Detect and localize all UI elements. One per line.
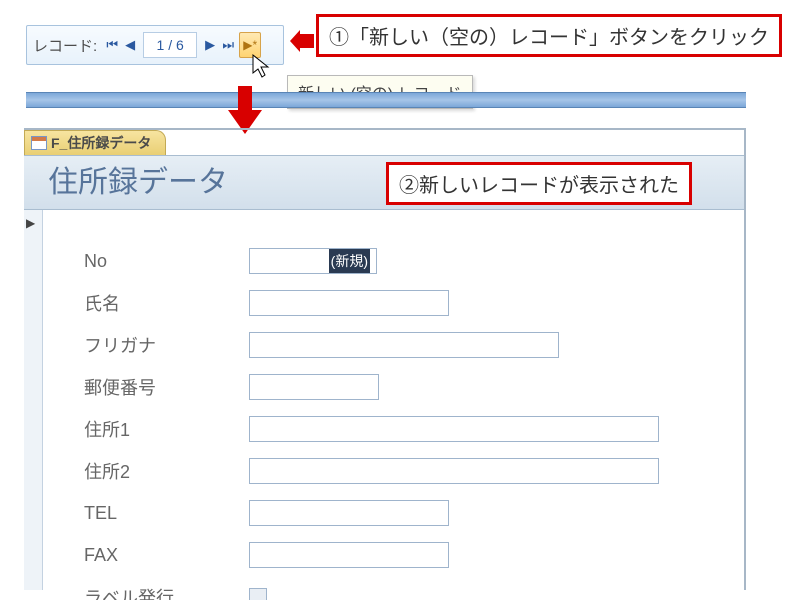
no-input[interactable]: (新規) — [249, 248, 377, 274]
field-list: No (新規) 氏名 フリガナ 郵便番号 — [84, 240, 714, 600]
field-row-labelout: ラベル発行 — [84, 576, 714, 600]
record-selector[interactable]: ▶ — [24, 210, 43, 590]
field-row-name: 氏名 — [84, 282, 714, 324]
field-label-tel: TEL — [84, 503, 249, 524]
tel-input[interactable] — [249, 500, 449, 526]
field-label-labelout: ラベル発行 — [84, 584, 249, 600]
callout-1-text: ①「新しい（空の）レコード」ボタンをクリック — [329, 27, 769, 49]
form-tab-icon — [31, 136, 47, 150]
form-header-title: 住所録データ — [48, 166, 228, 199]
zip-input[interactable] — [249, 374, 379, 400]
addr2-input[interactable] — [249, 458, 659, 484]
fax-input[interactable] — [249, 542, 449, 568]
no-value: (新規) — [329, 249, 370, 273]
kana-input[interactable] — [249, 332, 559, 358]
record-selector-icon: ▶ — [26, 216, 35, 230]
mouse-cursor-icon — [253, 55, 273, 81]
nav-next-button[interactable]: ▶ — [201, 32, 219, 58]
field-row-zip: 郵便番号 — [84, 366, 714, 408]
field-label-name: 氏名 — [84, 290, 249, 316]
name-input[interactable] — [249, 290, 449, 316]
field-row-tel: TEL — [84, 492, 714, 534]
field-label-fax: FAX — [84, 545, 249, 566]
callout-arrow-2-icon — [228, 86, 262, 134]
new-record-icon: ▶* — [243, 38, 257, 52]
labelout-checkbox[interactable] — [249, 588, 267, 600]
field-label-addr2: 住所2 — [84, 458, 249, 484]
callout-1: ①「新しい（空の）レコード」ボタンをクリック — [316, 14, 782, 57]
field-label-addr1: 住所1 — [84, 416, 249, 442]
nav-last-button[interactable]: ⏭ — [219, 32, 237, 58]
record-nav-bar: レコード: ⏮ ◀ 1 / 6 ▶ ⏭ ▶* — [26, 25, 284, 65]
field-row-kana: フリガナ — [84, 324, 714, 366]
form-tab-title: F_住所録データ — [51, 135, 151, 151]
field-row-addr1: 住所1 — [84, 408, 714, 450]
callout-arrow-1-icon — [290, 30, 314, 52]
record-label: レコード: — [33, 35, 97, 56]
nav-first-button[interactable]: ⏮ — [103, 32, 121, 58]
field-label-zip: 郵便番号 — [84, 374, 249, 400]
addr1-input[interactable] — [249, 416, 659, 442]
field-row-addr2: 住所2 — [84, 450, 714, 492]
callout-2-text: ②新しいレコードが表示された — [399, 175, 679, 197]
form-tab[interactable]: F_住所録データ — [24, 130, 166, 155]
field-row-fax: FAX — [84, 534, 714, 576]
form-body: ▶ No (新規) 氏名 フリガナ 郵便番号 — [24, 209, 744, 590]
nav-prev-button[interactable]: ◀ — [121, 32, 139, 58]
form-window: F_住所録データ 住所録データ ②新しいレコードが表示された ▶ No (新規) — [24, 128, 746, 590]
field-row-no: No (新規) — [84, 240, 714, 282]
field-label-no: No — [84, 251, 249, 272]
record-position[interactable]: 1 / 6 — [143, 32, 197, 58]
divider-strip — [26, 92, 746, 108]
callout-2: ②新しいレコードが表示された — [386, 162, 692, 205]
screenshot-root: レコード: ⏮ ◀ 1 / 6 ▶ ⏭ ▶* ①「新しい（空の）レコード」ボタン… — [0, 0, 800, 600]
field-label-kana: フリガナ — [84, 332, 249, 358]
